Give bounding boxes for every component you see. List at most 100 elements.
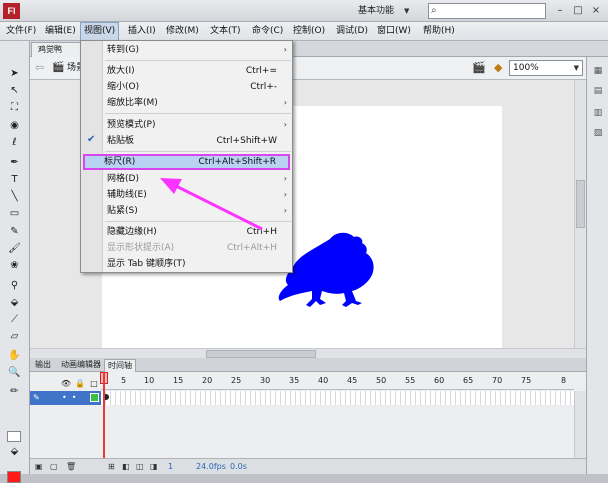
menu-item-pasteboard[interactable]: 粘贴板 Ctrl+Shift+W bbox=[105, 133, 291, 149]
color-panel-icon[interactable]: ▦ bbox=[592, 65, 604, 77]
eye-icon[interactable]: 👁 bbox=[60, 378, 72, 390]
edit-scene-icon[interactable]: 🎬 bbox=[472, 60, 486, 76]
menu-debug[interactable]: 调试(D) bbox=[333, 22, 371, 41]
3d-rotation-icon[interactable]: ◉ bbox=[7, 119, 22, 132]
properties-panel-icon[interactable]: ▧ bbox=[592, 127, 604, 139]
bone-tool-icon[interactable]: ⚲ bbox=[7, 279, 22, 292]
menu-insert[interactable]: 插入(I) bbox=[125, 22, 159, 41]
onion-skin-icon[interactable]: ◧ bbox=[122, 461, 130, 473]
menu-separator bbox=[105, 113, 291, 114]
menu-item-goto[interactable]: 转到(G) › bbox=[105, 42, 291, 58]
pencil-tool-icon[interactable]: ✎ bbox=[7, 225, 22, 238]
zoom-tool-icon[interactable]: 🔍 bbox=[7, 366, 22, 379]
stage-horizontal-scrollbar[interactable] bbox=[30, 348, 586, 358]
menu-item-zoom-in[interactable]: 放大(I) Ctrl+= bbox=[105, 63, 291, 79]
frame-number: 20 bbox=[202, 376, 213, 385]
new-layer-icon[interactable]: ▣ bbox=[35, 461, 43, 473]
frame-ruler[interactable]: 1 5 10 15 20 25 30 35 40 45 50 55 60 65 … bbox=[101, 372, 574, 390]
menu-item-label: 隐藏边缘(H) bbox=[107, 227, 157, 237]
layer-color-icon[interactable] bbox=[90, 393, 99, 402]
timeline-panel: 👁 🔒 □ 1 5 10 15 20 25 30 35 40 45 50 55 … bbox=[30, 372, 586, 466]
menu-separator bbox=[105, 60, 291, 61]
menu-item-snapping[interactable]: 贴紧(S) › bbox=[105, 203, 291, 219]
menu-item-show-tab-order[interactable]: 显示 Tab 键顺序(T) bbox=[105, 256, 291, 272]
edit-symbol-icon[interactable]: ◆ bbox=[494, 60, 502, 76]
frames-row[interactable] bbox=[101, 391, 574, 405]
stroke-color-icon[interactable]: ✏ bbox=[7, 385, 22, 398]
menu-help[interactable]: 帮助(H) bbox=[420, 22, 458, 41]
frame-number: 8 bbox=[561, 376, 567, 385]
brush-tool-icon[interactable]: 🖌 bbox=[7, 242, 22, 255]
menu-item-show-shape-hints: 显示形状提示(A) Ctrl+Alt+H bbox=[105, 240, 291, 256]
menu-window[interactable]: 窗口(W) bbox=[374, 22, 414, 41]
eraser-tool-icon[interactable]: ▱ bbox=[7, 330, 22, 343]
layer-row[interactable]: ✎ •• bbox=[30, 391, 101, 405]
rulers-highlight-label[interactable]: 标尺(R) bbox=[104, 156, 135, 168]
text-tool-icon[interactable]: T bbox=[7, 173, 22, 186]
restore-button[interactable]: □ bbox=[570, 4, 586, 18]
menu-item-label: 显示形状提示(A) bbox=[107, 243, 175, 253]
tab-motion-editor[interactable]: 动画编辑器 bbox=[58, 359, 104, 372]
timeline-vertical-scrollbar[interactable] bbox=[574, 391, 586, 466]
scrollbar-thumb[interactable] bbox=[206, 350, 316, 358]
frame-number: 65 bbox=[463, 376, 474, 385]
menu-commands[interactable]: 命令(C) bbox=[249, 22, 286, 41]
free-transform-icon[interactable]: ⛶ bbox=[7, 101, 22, 114]
eyedropper-icon[interactable]: ⟋ bbox=[7, 313, 22, 326]
layer-toggles[interactable]: •• bbox=[62, 391, 81, 405]
frame-number: 55 bbox=[405, 376, 416, 385]
menu-item-hide-edges[interactable]: 隐藏边缘(H) Ctrl+H bbox=[105, 224, 291, 240]
search-icon: ⌕ bbox=[431, 5, 437, 16]
scrollbar-thumb[interactable] bbox=[576, 180, 585, 228]
frame-number: 70 bbox=[492, 376, 503, 385]
edit-multiple-frames-icon[interactable]: ◨ bbox=[150, 461, 158, 473]
help-search-input[interactable]: ⌕ bbox=[428, 3, 546, 19]
new-folder-icon[interactable]: ▢ bbox=[50, 461, 58, 473]
menu-edit[interactable]: 编辑(E) bbox=[42, 22, 79, 41]
menu-item-preview-mode[interactable]: 预览模式(P) › bbox=[105, 117, 291, 133]
frame-number: 75 bbox=[521, 376, 532, 385]
chevron-down-icon[interactable]: ▼ bbox=[404, 4, 409, 19]
menu-view[interactable]: 视图(V) bbox=[80, 22, 120, 41]
paint-bucket-icon[interactable]: ⬙ bbox=[7, 296, 22, 309]
zoom-select[interactable]: 100% ▼ bbox=[509, 60, 583, 76]
stroke-color-swatch[interactable] bbox=[7, 431, 21, 442]
menu-modify[interactable]: 修改(M) bbox=[163, 22, 202, 41]
delete-layer-icon[interactable]: 🗑 bbox=[66, 461, 76, 473]
swatches-panel-icon[interactable]: ▤ bbox=[592, 85, 604, 97]
stage-vertical-scrollbar[interactable] bbox=[574, 80, 586, 348]
frame-rate[interactable]: 24.0fps bbox=[196, 461, 226, 473]
onion-outline-icon[interactable]: ◫ bbox=[136, 461, 144, 473]
lasso-tool-icon[interactable]: ℓ bbox=[7, 136, 22, 149]
subselection-tool-icon[interactable]: ↖ bbox=[7, 84, 22, 97]
back-arrow-icon[interactable]: ⇦ bbox=[35, 60, 44, 76]
menu-item-grid[interactable]: 网格(D) › bbox=[105, 171, 291, 187]
menu-file[interactable]: 文件(F) bbox=[3, 22, 39, 41]
hand-tool-icon[interactable]: ✋ bbox=[7, 349, 22, 362]
line-tool-icon[interactable]: ╲ bbox=[7, 190, 22, 203]
selection-tool-icon[interactable]: ➤ bbox=[7, 67, 22, 80]
fill-color-icon[interactable]: ⬙ bbox=[7, 445, 22, 458]
menu-text[interactable]: 文本(T) bbox=[207, 22, 244, 41]
pen-tool-icon[interactable]: ✒ bbox=[7, 156, 22, 169]
library-panel-icon[interactable]: ▥ bbox=[592, 107, 604, 119]
minimize-button[interactable]: – bbox=[552, 4, 568, 18]
deco-tool-icon[interactable]: ❀ bbox=[7, 259, 22, 272]
right-panel-dock: ▦ ▤ ▥ ▧ bbox=[586, 57, 608, 474]
close-button[interactable]: × bbox=[588, 4, 604, 18]
outline-icon[interactable]: □ bbox=[88, 378, 100, 390]
fill-color-swatch[interactable] bbox=[7, 471, 21, 483]
rectangle-tool-icon[interactable]: ▭ bbox=[7, 207, 22, 220]
scene-icon: 🎬 bbox=[52, 62, 65, 73]
tab-output[interactable]: 输出 bbox=[32, 359, 54, 372]
menu-item-zoom-out[interactable]: 缩小(O) Ctrl+- bbox=[105, 79, 291, 95]
menu-item-guides[interactable]: 辅助线(E) › bbox=[105, 187, 291, 203]
playhead[interactable] bbox=[103, 372, 105, 466]
menu-item-magnification[interactable]: 缩放比率(M) › bbox=[105, 95, 291, 111]
center-frame-icon[interactable]: ⊞ bbox=[108, 461, 115, 473]
menu-control[interactable]: 控制(O) bbox=[290, 22, 328, 41]
tools-panel: ➤ ↖ ⛶ ◉ ℓ ✒ T ╲ ▭ ✎ 🖌 ❀ ⚲ ⬙ ⟋ ▱ ✋ 🔍 ✏ ⬙ bbox=[0, 41, 30, 483]
tab-timeline[interactable]: 时间轴 bbox=[104, 359, 136, 372]
lock-icon[interactable]: 🔒 bbox=[74, 378, 86, 390]
menu-item-label: 缩小(O) bbox=[107, 82, 140, 92]
